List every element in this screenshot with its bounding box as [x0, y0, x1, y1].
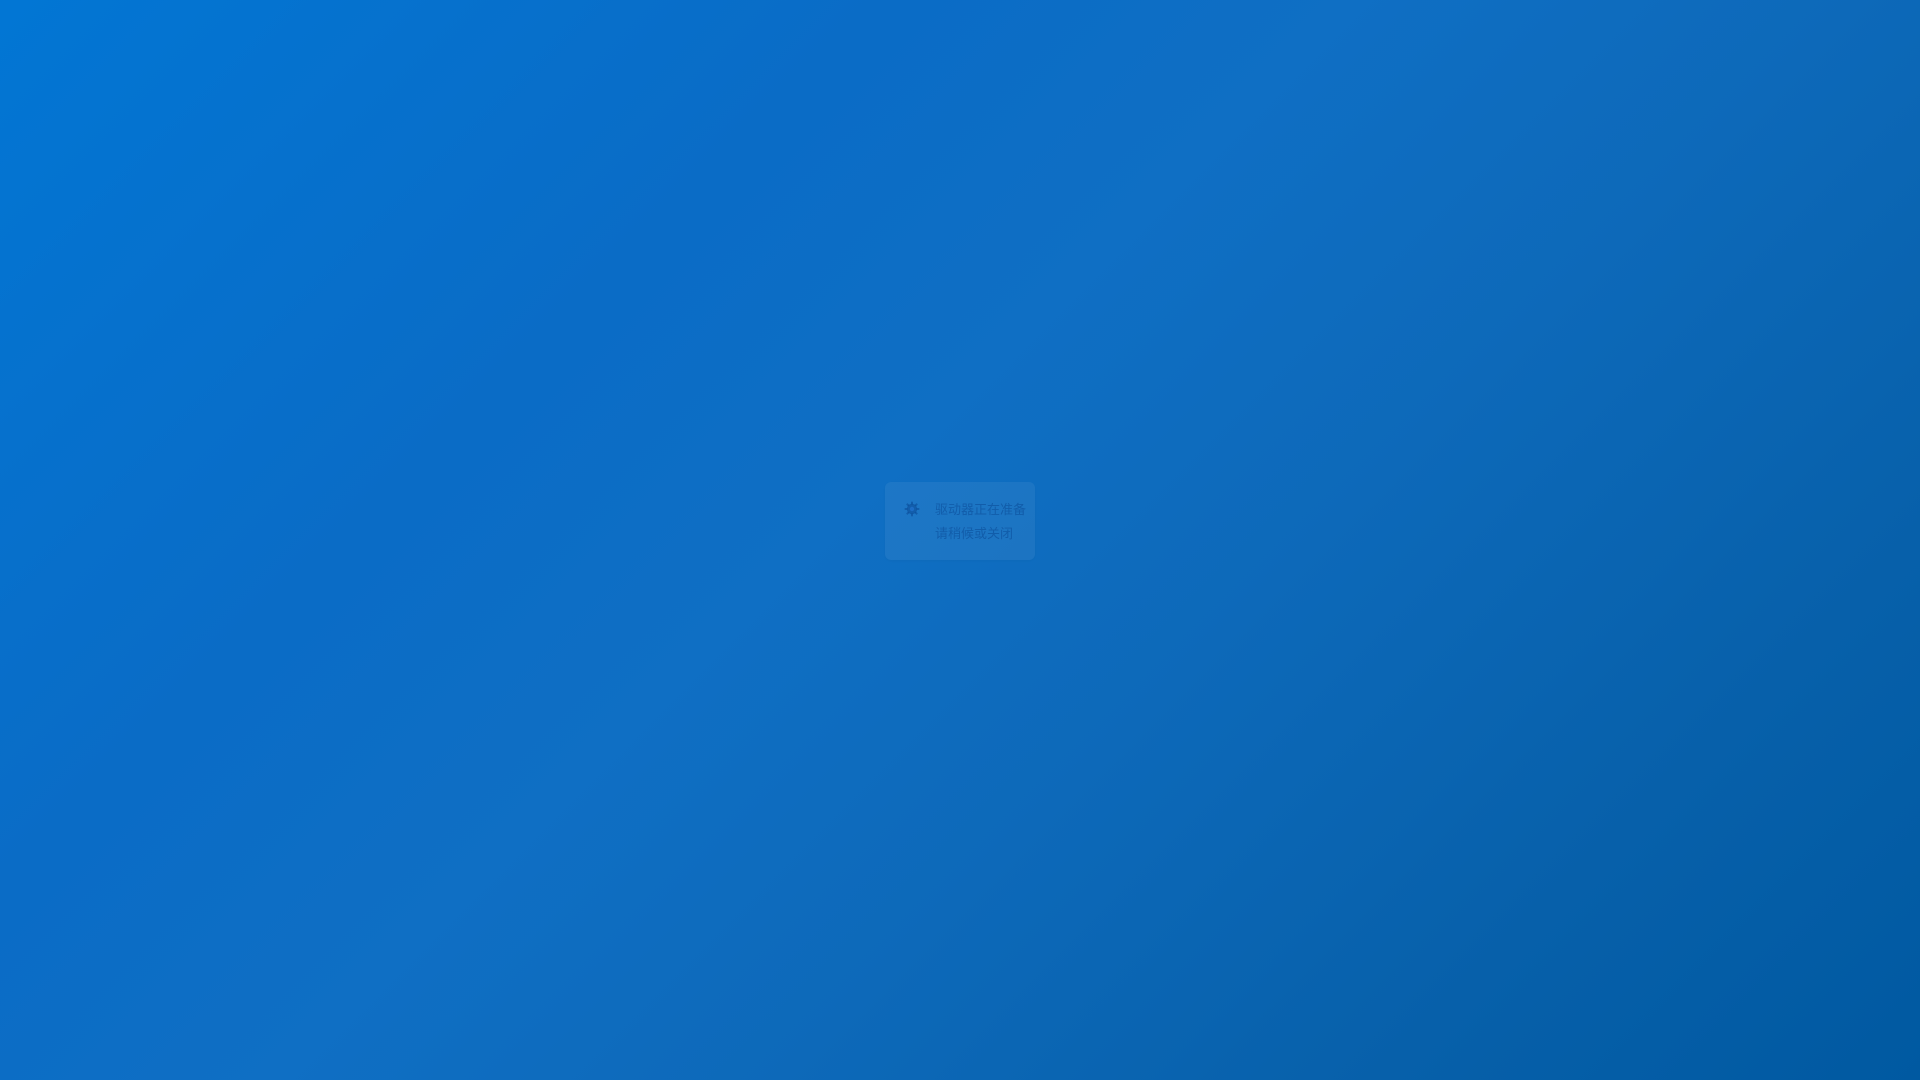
notice-message: 驱动器正在准备 请稍候或关闭 — [935, 499, 1027, 547]
notice-line-2: 请稍候或关闭 — [935, 527, 1014, 542]
desktop-background: 驱动器正在准备 请稍候或关闭 — [0, 0, 1920, 1080]
gear-icon — [904, 501, 920, 517]
notice-line-1: 驱动器正在准备 — [935, 503, 1027, 518]
status-notice: 驱动器正在准备 请稍候或关闭 — [885, 482, 1035, 560]
